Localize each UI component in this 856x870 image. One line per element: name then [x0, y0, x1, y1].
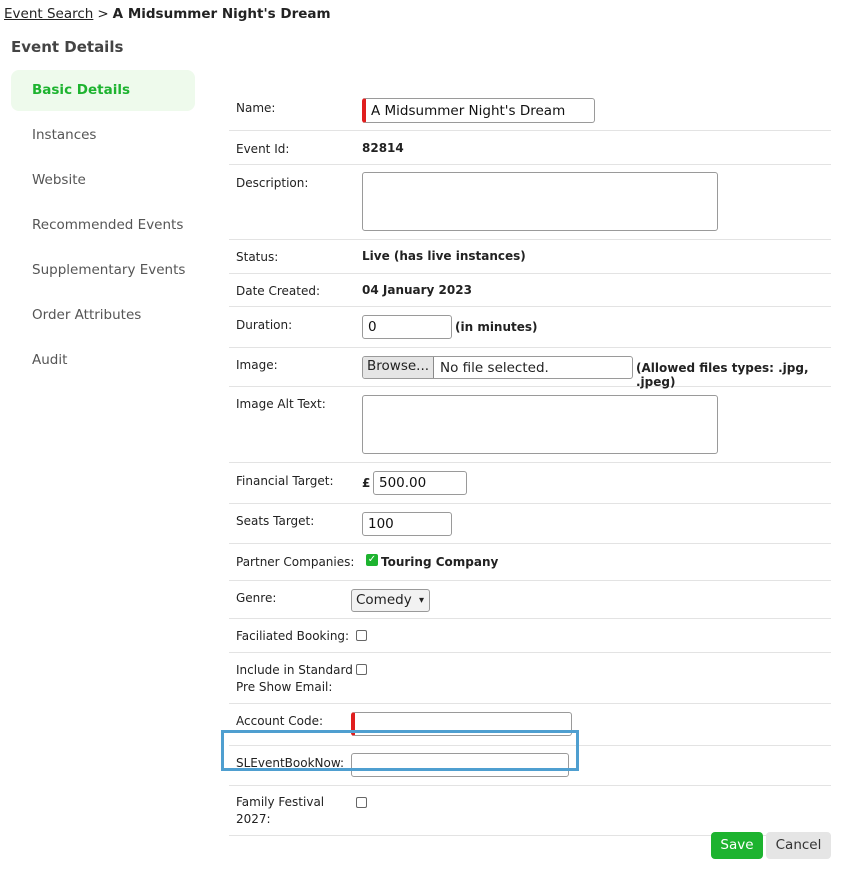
- touring-company-checkbox[interactable]: ✓: [366, 554, 378, 566]
- genre-selected-value: Comedy: [356, 592, 412, 608]
- family-festival-row: Family Festival 2027:: [229, 786, 831, 836]
- image-row: Image: Browse... No file selected. (Allo…: [229, 348, 831, 389]
- image-file-input[interactable]: Browse... No file selected.: [362, 356, 633, 379]
- facilitated-booking-checkbox[interactable]: [356, 630, 367, 641]
- image-alt-row: Image Alt Text:: [229, 387, 831, 463]
- status-label: Status:: [236, 250, 279, 264]
- date-created-label: Date Created:: [236, 284, 321, 298]
- date-created-row: Date Created: 04 January 2023: [229, 274, 831, 307]
- description-label: Description:: [236, 176, 309, 190]
- family-festival-checkbox[interactable]: [356, 797, 367, 808]
- browse-button[interactable]: Browse...: [363, 357, 435, 378]
- breadcrumb-current: A Midsummer Night's Dream: [112, 6, 331, 22]
- date-created-value: 04 January 2023: [362, 283, 472, 297]
- financial-target-row: Financial Target: £: [229, 463, 831, 504]
- event-details-form: Name: Event Id: 82814 Description: Statu…: [229, 90, 831, 836]
- image-alt-label: Image Alt Text:: [236, 397, 326, 411]
- description-textarea[interactable]: [362, 172, 718, 231]
- duration-row: Duration: (in minutes): [229, 307, 831, 348]
- touring-company-label: Touring Company: [381, 555, 499, 569]
- standard-email-checkbox[interactable]: [356, 664, 367, 675]
- seats-target-row: Seats Target:: [229, 504, 831, 544]
- name-input[interactable]: [362, 98, 595, 123]
- standard-email-row: Include in Standard Pre Show Email:: [229, 653, 831, 704]
- standard-email-label-line2: Pre Show Email:: [236, 680, 333, 694]
- page-title: Event Details: [11, 38, 124, 56]
- duration-label: Duration:: [236, 318, 293, 332]
- partner-companies-row: Partner Companies: ✓ Touring Company: [229, 544, 831, 581]
- sidebar-item-basic-details[interactable]: Basic Details: [11, 70, 195, 111]
- breadcrumb-event-search-link[interactable]: Event Search: [4, 6, 93, 22]
- family-festival-label-line2: 2027:: [236, 812, 271, 826]
- cancel-button[interactable]: Cancel: [766, 832, 831, 859]
- family-festival-label-line1: Family Festival: [236, 795, 325, 809]
- account-code-label: Account Code:: [236, 714, 324, 728]
- no-file-selected-text: No file selected.: [440, 359, 549, 376]
- sidebar-item-instances[interactable]: Instances: [11, 115, 195, 156]
- genre-select[interactable]: Comedy ▾: [351, 589, 430, 612]
- image-label: Image:: [236, 358, 278, 372]
- image-allowed-types-hint: (Allowed files types: .jpg, .jpeg): [636, 361, 809, 389]
- sidebar-item-order-attributes[interactable]: Order Attributes: [11, 295, 195, 336]
- seats-target-label: Seats Target:: [236, 514, 315, 528]
- sidebar-item-website[interactable]: Website: [11, 160, 195, 201]
- image-alt-textarea[interactable]: [362, 395, 718, 454]
- genre-label: Genre:: [236, 591, 277, 605]
- event-id-label: Event Id:: [236, 142, 290, 156]
- duration-unit: (in minutes): [455, 320, 538, 334]
- seats-target-input[interactable]: [362, 512, 452, 536]
- sl-event-book-now-row: SLEventBookNow:: [229, 746, 831, 786]
- account-code-input[interactable]: [351, 712, 572, 736]
- event-id-row: Event Id: 82814: [229, 131, 831, 165]
- sidebar-item-audit[interactable]: Audit: [11, 340, 195, 381]
- facilitated-booking-row: Faciliated Booking:: [229, 619, 831, 653]
- sidebar: Basic Details Instances Website Recommen…: [11, 70, 195, 385]
- name-label: Name:: [236, 101, 276, 115]
- facilitated-booking-label: Faciliated Booking:: [236, 629, 350, 643]
- status-row: Status: Live (has live instances): [229, 240, 831, 274]
- financial-target-input[interactable]: [373, 471, 467, 495]
- status-value: Live (has live instances): [362, 249, 526, 263]
- genre-row: Genre: Comedy ▾: [229, 581, 831, 619]
- financial-target-label: Financial Target:: [236, 474, 334, 488]
- partner-companies-label: Partner Companies:: [236, 555, 355, 569]
- breadcrumb: Event Search > A Midsummer Night's Dream: [4, 6, 331, 22]
- sidebar-item-supplementary-events[interactable]: Supplementary Events: [11, 250, 195, 291]
- currency-symbol: £: [362, 476, 371, 490]
- duration-input[interactable]: [362, 315, 452, 339]
- standard-email-label-line1: Include in Standard: [236, 663, 353, 677]
- sidebar-item-recommended-events[interactable]: Recommended Events: [11, 205, 195, 246]
- sl-event-book-now-input[interactable]: [351, 753, 569, 777]
- sl-event-book-now-label: SLEventBookNow:: [236, 756, 345, 770]
- breadcrumb-separator: >: [97, 6, 109, 22]
- event-id-value: 82814: [362, 141, 404, 155]
- chevron-down-icon: ▾: [418, 595, 424, 606]
- name-row: Name:: [229, 90, 831, 131]
- save-button[interactable]: Save: [711, 832, 763, 859]
- description-row: Description:: [229, 165, 831, 240]
- account-code-row: Account Code:: [229, 704, 831, 746]
